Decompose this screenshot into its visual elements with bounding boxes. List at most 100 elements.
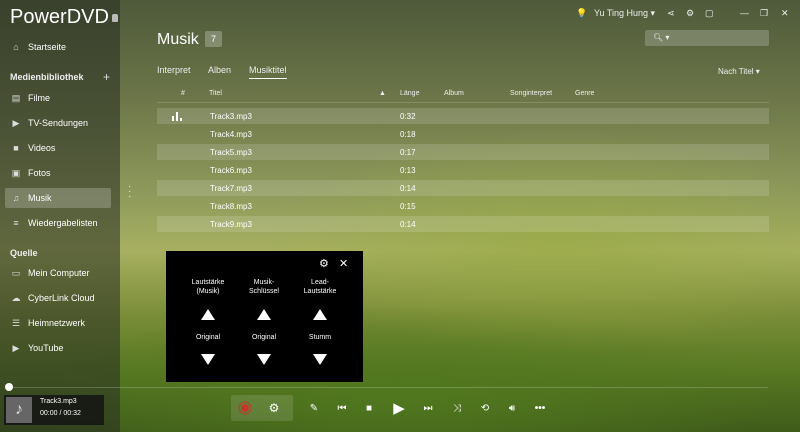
- track-title: Track6.mp3: [210, 166, 252, 175]
- item-count-badge: 7: [205, 31, 222, 47]
- tab-alben[interactable]: Alben: [208, 65, 231, 75]
- minimode-icon[interactable]: ▢: [705, 8, 714, 19]
- more-icon[interactable]: •••: [532, 399, 548, 417]
- column-album[interactable]: Album: [444, 90, 464, 97]
- previous-icon[interactable]: ⏮: [336, 399, 348, 417]
- cloud-icon: ☁: [11, 292, 21, 303]
- column-title[interactable]: Titel: [209, 90, 222, 97]
- share-icon[interactable]: ⋖: [667, 8, 675, 19]
- lead-volume-down-icon[interactable]: [313, 354, 327, 365]
- now-playing-icon: [172, 112, 182, 121]
- sidebar-resize-handle[interactable]: · · ·: [128, 182, 131, 202]
- close-icon[interactable]: ✕: [339, 257, 348, 270]
- music-key-down-icon[interactable]: [257, 354, 271, 365]
- user-menu[interactable]: Yu Ting Hung ▾: [594, 8, 655, 19]
- page-title: Musik: [157, 31, 199, 48]
- sidebar-item-home[interactable]: ⌂ Startseite: [0, 37, 120, 57]
- search-icon: 🔍︎ ▾: [653, 33, 670, 42]
- tab-musiktitel[interactable]: Musiktitel: [249, 65, 287, 79]
- music-volume-up-icon[interactable]: [201, 309, 215, 320]
- sidebar: PowerDVD ⌂ Startseite Medienbibliothek +…: [0, 0, 120, 432]
- track-title: Track3.mp3: [210, 112, 252, 121]
- track-length: 0:14: [400, 184, 416, 193]
- music-note-icon: ♪: [6, 397, 32, 423]
- sidebar-item-label: CyberLink Cloud: [28, 293, 95, 303]
- stop-icon[interactable]: ■: [363, 399, 375, 417]
- sidebar-item-label: Startseite: [28, 42, 67, 52]
- add-icon[interactable]: +: [103, 70, 110, 84]
- lead-volume-value: Stumm: [308, 334, 332, 341]
- music-key-label: Musik- Schlüssel: [249, 279, 279, 295]
- table-row[interactable]: Track6.mp3 0:13: [157, 162, 769, 178]
- table-row[interactable]: Track5.mp3 0:17: [157, 144, 769, 160]
- tab-interpret[interactable]: Interpret: [157, 65, 191, 75]
- music-volume-value: Original: [195, 334, 221, 341]
- settings-icon[interactable]: ⚙: [686, 8, 694, 19]
- column-length[interactable]: Länge: [400, 90, 419, 97]
- karaoke-panel: ⚙ ✕ Lautstärke (Musik) Musik- Schlüssel …: [166, 251, 363, 382]
- restore-icon[interactable]: ❐: [760, 8, 768, 19]
- lightbulb-icon[interactable]: 💡: [576, 8, 587, 19]
- sidebar-item-youtube[interactable]: ▶ YouTube: [0, 338, 120, 358]
- network-icon: ☰: [11, 317, 21, 328]
- repeat-icon[interactable]: ⟲: [478, 399, 492, 417]
- sidebar-item-tv[interactable]: ▶ TV-Sendungen: [0, 113, 120, 133]
- lead-volume-up-icon[interactable]: [313, 309, 327, 320]
- track-title: Track8.mp3: [210, 202, 252, 211]
- sidebar-item-label: Filme: [28, 93, 50, 103]
- column-number[interactable]: #: [181, 90, 185, 97]
- header-divider: [157, 102, 769, 103]
- table-row[interactable]: Track4.mp3 0:18: [157, 126, 769, 142]
- notification-bell-icon[interactable]: [112, 14, 118, 22]
- table-row[interactable]: Track8.mp3 0:15: [157, 198, 769, 214]
- music-volume-label: Lautstärke (Musik): [191, 279, 225, 295]
- karaoke-settings-icon[interactable]: ⚙: [266, 399, 282, 417]
- next-icon[interactable]: ⏭: [422, 399, 434, 417]
- track-length: 0:32: [400, 112, 416, 121]
- track-title: Track7.mp3: [210, 184, 252, 193]
- sidebar-item-network[interactable]: ☰ Heimnetzwerk: [0, 313, 120, 333]
- film-icon: ▤: [11, 92, 21, 103]
- music-volume-down-icon[interactable]: [201, 354, 215, 365]
- playlist-icon: ≡: [13, 218, 19, 228]
- play-icon[interactable]: ▶: [391, 399, 407, 417]
- now-playing[interactable]: ♪ Track3.mp3 00:00 / 00:32: [4, 395, 104, 425]
- sidebar-item-label: Mein Computer: [28, 268, 90, 278]
- sidebar-item-musik[interactable]: ♫ Musik: [5, 188, 111, 208]
- now-playing-time: 00:00 / 00:32: [40, 410, 81, 417]
- sidebar-item-computer[interactable]: ▭ Mein Computer: [0, 263, 120, 283]
- gear-icon[interactable]: ⚙: [319, 257, 329, 270]
- computer-icon: ▭: [11, 267, 21, 278]
- sidebar-item-label: Fotos: [28, 168, 51, 178]
- search-input[interactable]: 🔍︎ ▾: [645, 30, 769, 46]
- sort-dropdown[interactable]: Nach Titel ▾: [718, 67, 760, 76]
- progress-knob[interactable]: [5, 383, 13, 391]
- table-row[interactable]: Track7.mp3 0:14: [157, 180, 769, 196]
- tv-icon: ▶: [12, 117, 20, 128]
- record-icon[interactable]: [236, 399, 254, 417]
- volume-icon[interactable]: 🔊︎: [505, 399, 519, 417]
- sidebar-item-filme[interactable]: ▤ Filme: [0, 88, 120, 108]
- sidebar-item-label: Videos: [28, 143, 56, 153]
- youtube-icon: ▶: [12, 342, 20, 353]
- column-genre[interactable]: Genre: [575, 90, 594, 97]
- minimize-icon[interactable]: —: [740, 8, 749, 18]
- home-icon: ⌂: [13, 42, 19, 52]
- sidebar-item-cloud[interactable]: ☁ CyberLink Cloud: [0, 288, 120, 308]
- progress-bar[interactable]: [8, 387, 768, 388]
- pin-icon[interactable]: ✎: [308, 399, 320, 417]
- app-title: PowerDVD: [10, 6, 109, 28]
- music-key-up-icon[interactable]: [257, 309, 271, 320]
- track-title: Track4.mp3: [210, 130, 252, 139]
- shuffle-icon[interactable]: ⤨: [450, 399, 464, 417]
- close-icon[interactable]: ✕: [781, 8, 789, 19]
- table-row[interactable]: Track3.mp3 0:32: [157, 108, 769, 124]
- source-heading: Quelle: [10, 248, 38, 258]
- track-length: 0:13: [400, 166, 416, 175]
- table-row[interactable]: Track9.mp3 0:14: [157, 216, 769, 232]
- sidebar-item-playlists[interactable]: ≡ Wiedergabelisten: [0, 213, 120, 233]
- column-artist[interactable]: Songinterpret: [510, 90, 552, 97]
- sidebar-item-fotos[interactable]: ▣ Fotos: [0, 163, 120, 183]
- sidebar-item-videos[interactable]: ■ Videos: [0, 138, 120, 158]
- sidebar-item-label: YouTube: [28, 343, 64, 353]
